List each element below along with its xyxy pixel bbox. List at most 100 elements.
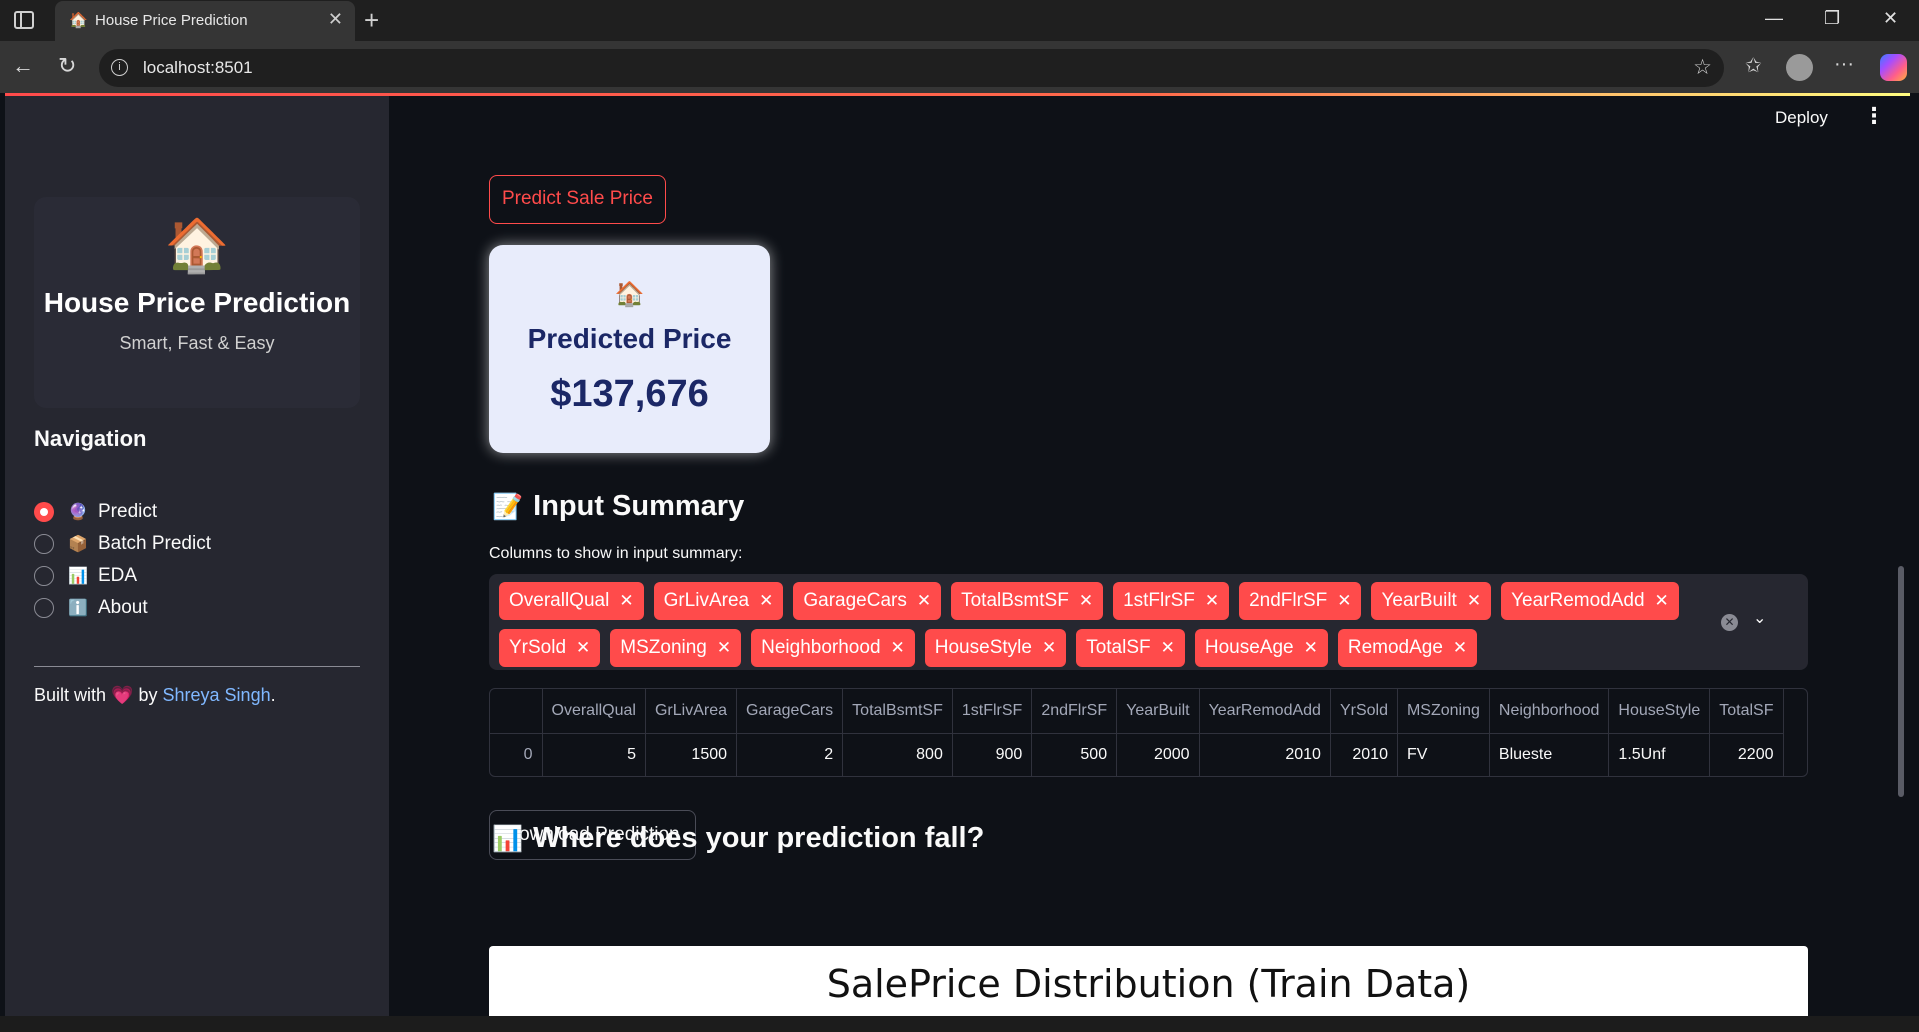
- sidebar-divider: [34, 666, 360, 667]
- browser-tab[interactable]: 🏠 House Price Prediction ✕: [55, 1, 355, 41]
- chip-remove-icon[interactable]: ✕: [717, 638, 731, 658]
- chip-remove-icon[interactable]: ✕: [1161, 638, 1175, 658]
- back-icon[interactable]: ←: [12, 53, 34, 79]
- table-cell[interactable]: FV: [1397, 733, 1490, 776]
- column-chip[interactable]: 2ndFlrSF ✕: [1239, 582, 1362, 620]
- column-chip[interactable]: HouseAge ✕: [1194, 629, 1328, 667]
- column-header[interactable]: 2ndFlrSF: [1031, 689, 1118, 734]
- column-header[interactable]: GarageCars: [736, 689, 844, 734]
- column-header[interactable]: TotalBsmtSF: [842, 689, 953, 734]
- table-cell[interactable]: 1.5Unf: [1608, 733, 1711, 776]
- tab-actions-icon[interactable]: [14, 11, 34, 29]
- column-chip[interactable]: Neighborhood ✕: [751, 629, 915, 667]
- table-cell[interactable]: Blueste: [1489, 733, 1610, 776]
- column-header[interactable]: YearBuilt: [1116, 689, 1200, 734]
- table-cell[interactable]: 2000: [1116, 733, 1200, 776]
- chip-remove-icon[interactable]: ✕: [1205, 591, 1219, 611]
- input-summary-title: Input Summary: [533, 490, 745, 522]
- column-chip[interactable]: OverallQual ✕: [499, 582, 644, 620]
- column-chip[interactable]: YearBuilt ✕: [1371, 582, 1492, 620]
- radio-selected-icon[interactable]: [34, 502, 54, 522]
- chip-remove-icon[interactable]: ✕: [891, 638, 905, 658]
- column-chip[interactable]: GrLivArea ✕: [653, 582, 784, 620]
- tab-close-icon[interactable]: ✕: [328, 9, 343, 30]
- footer-by: by: [138, 685, 158, 705]
- column-header[interactable]: OverallQual: [542, 689, 646, 734]
- column-header[interactable]: MSZoning: [1397, 689, 1490, 734]
- column-chip[interactable]: GarageCars ✕: [793, 582, 942, 620]
- table-cell[interactable]: 900: [952, 733, 1033, 776]
- nav-option-batch-predict[interactable]: 📦 Batch Predict: [34, 528, 211, 560]
- selected-chips: OverallQual ✕ GrLivArea ✕ GarageCars ✕ TotalBs…: [499, 582, 1699, 667]
- table-cell[interactable]: 1500: [645, 733, 738, 776]
- column-header[interactable]: HouseStyle: [1608, 689, 1711, 734]
- main-menu-icon[interactable]: ⋮: [1863, 103, 1885, 129]
- memo-icon: 📝: [492, 493, 524, 521]
- table-cell[interactable]: 500: [1031, 733, 1118, 776]
- nav-option-eda[interactable]: 📊 EDA: [34, 560, 211, 592]
- author-link[interactable]: Shreya Singh: [163, 685, 271, 705]
- chip-remove-icon[interactable]: ✕: [759, 591, 773, 611]
- chip-remove-icon[interactable]: ✕: [1337, 591, 1351, 611]
- chip-remove-icon[interactable]: ✕: [1042, 638, 1056, 658]
- table-cell[interactable]: 2010: [1199, 733, 1331, 776]
- table-cell[interactable]: 2200: [1709, 733, 1784, 776]
- column-header[interactable]: 1stFlrSF: [952, 689, 1033, 734]
- chip-label: GarageCars: [803, 590, 907, 611]
- column-chip[interactable]: YrSold ✕: [499, 629, 601, 667]
- chip-remove-icon[interactable]: ✕: [917, 591, 931, 611]
- minimize-icon[interactable]: —: [1765, 8, 1783, 29]
- predict-sale-price-button[interactable]: Predict Sale Price: [489, 175, 666, 224]
- reload-icon[interactable]: ↻: [58, 53, 76, 79]
- table-cell[interactable]: 5: [542, 733, 646, 776]
- restore-icon[interactable]: ❐: [1824, 8, 1840, 29]
- column-header[interactable]: TotalSF: [1709, 689, 1784, 734]
- column-chip[interactable]: HouseStyle ✕: [924, 629, 1067, 667]
- column-header[interactable]: GrLivArea: [645, 689, 738, 734]
- column-header[interactable]: [490, 689, 543, 734]
- more-options-icon[interactable]: ···: [1834, 53, 1854, 76]
- brand-subtitle: Smart, Fast & Easy: [119, 333, 275, 353]
- nav-option-about[interactable]: ℹ️ About: [34, 592, 211, 624]
- column-chip[interactable]: TotalSF ✕: [1076, 629, 1185, 667]
- radio-unselected-icon[interactable]: [34, 598, 54, 618]
- url-text[interactable]: localhost:8501: [143, 58, 253, 78]
- new-tab-icon[interactable]: +: [364, 5, 379, 36]
- radio-unselected-icon[interactable]: [34, 566, 54, 586]
- chip-remove-icon[interactable]: ✕: [1079, 591, 1093, 611]
- column-chip[interactable]: RemodAge ✕: [1337, 629, 1478, 667]
- input-summary-table[interactable]: OverallQual GrLivArea GarageCars TotalBsmtS…: [489, 688, 1808, 777]
- main-scrollbar[interactable]: [1898, 566, 1904, 797]
- nav-option-predict[interactable]: 🔮 Predict: [34, 496, 211, 528]
- column-chip[interactable]: MSZoning ✕: [610, 629, 742, 667]
- column-chip[interactable]: 1stFlrSF ✕: [1113, 582, 1230, 620]
- window-close-icon[interactable]: ✕: [1883, 8, 1898, 29]
- site-info-icon[interactable]: i: [111, 59, 128, 76]
- row-index[interactable]: 0: [490, 733, 543, 776]
- info-icon: ℹ️: [68, 600, 88, 617]
- column-header[interactable]: Neighborhood: [1489, 689, 1610, 734]
- table-cell[interactable]: 2010: [1330, 733, 1398, 776]
- columns-multiselect[interactable]: OverallQual ✕ GrLivArea ✕ GarageCars ✕ TotalBs…: [489, 574, 1808, 670]
- chip-remove-icon[interactable]: ✕: [1453, 638, 1467, 658]
- chip-remove-icon[interactable]: ✕: [576, 638, 590, 658]
- chip-remove-icon[interactable]: ✕: [1655, 591, 1669, 611]
- deploy-button[interactable]: Deploy: [1775, 108, 1828, 128]
- column-header[interactable]: YearRemodAdd: [1199, 689, 1331, 734]
- column-header[interactable]: YrSold: [1330, 689, 1398, 734]
- chip-remove-icon[interactable]: ✕: [619, 591, 633, 611]
- clear-all-icon[interactable]: ✕: [1721, 614, 1738, 631]
- favorites-icon[interactable]: ✩: [1745, 53, 1762, 78]
- bookmark-star-icon[interactable]: ☆: [1693, 55, 1712, 80]
- radio-unselected-icon[interactable]: [34, 534, 54, 554]
- profile-avatar[interactable]: [1786, 54, 1813, 81]
- column-chip[interactable]: TotalBsmtSF ✕: [951, 582, 1104, 620]
- column-chip[interactable]: YearRemodAdd ✕: [1501, 582, 1679, 620]
- chip-remove-icon[interactable]: ✕: [1304, 638, 1318, 658]
- table-cell[interactable]: 2: [736, 733, 844, 776]
- chip-remove-icon[interactable]: ✕: [1467, 591, 1481, 611]
- copilot-icon[interactable]: [1880, 54, 1907, 81]
- table-cell[interactable]: 800: [842, 733, 953, 776]
- address-bar[interactable]: i localhost:8501 ☆: [99, 49, 1724, 87]
- chevron-down-icon[interactable]: ⌄: [1753, 608, 1766, 628]
